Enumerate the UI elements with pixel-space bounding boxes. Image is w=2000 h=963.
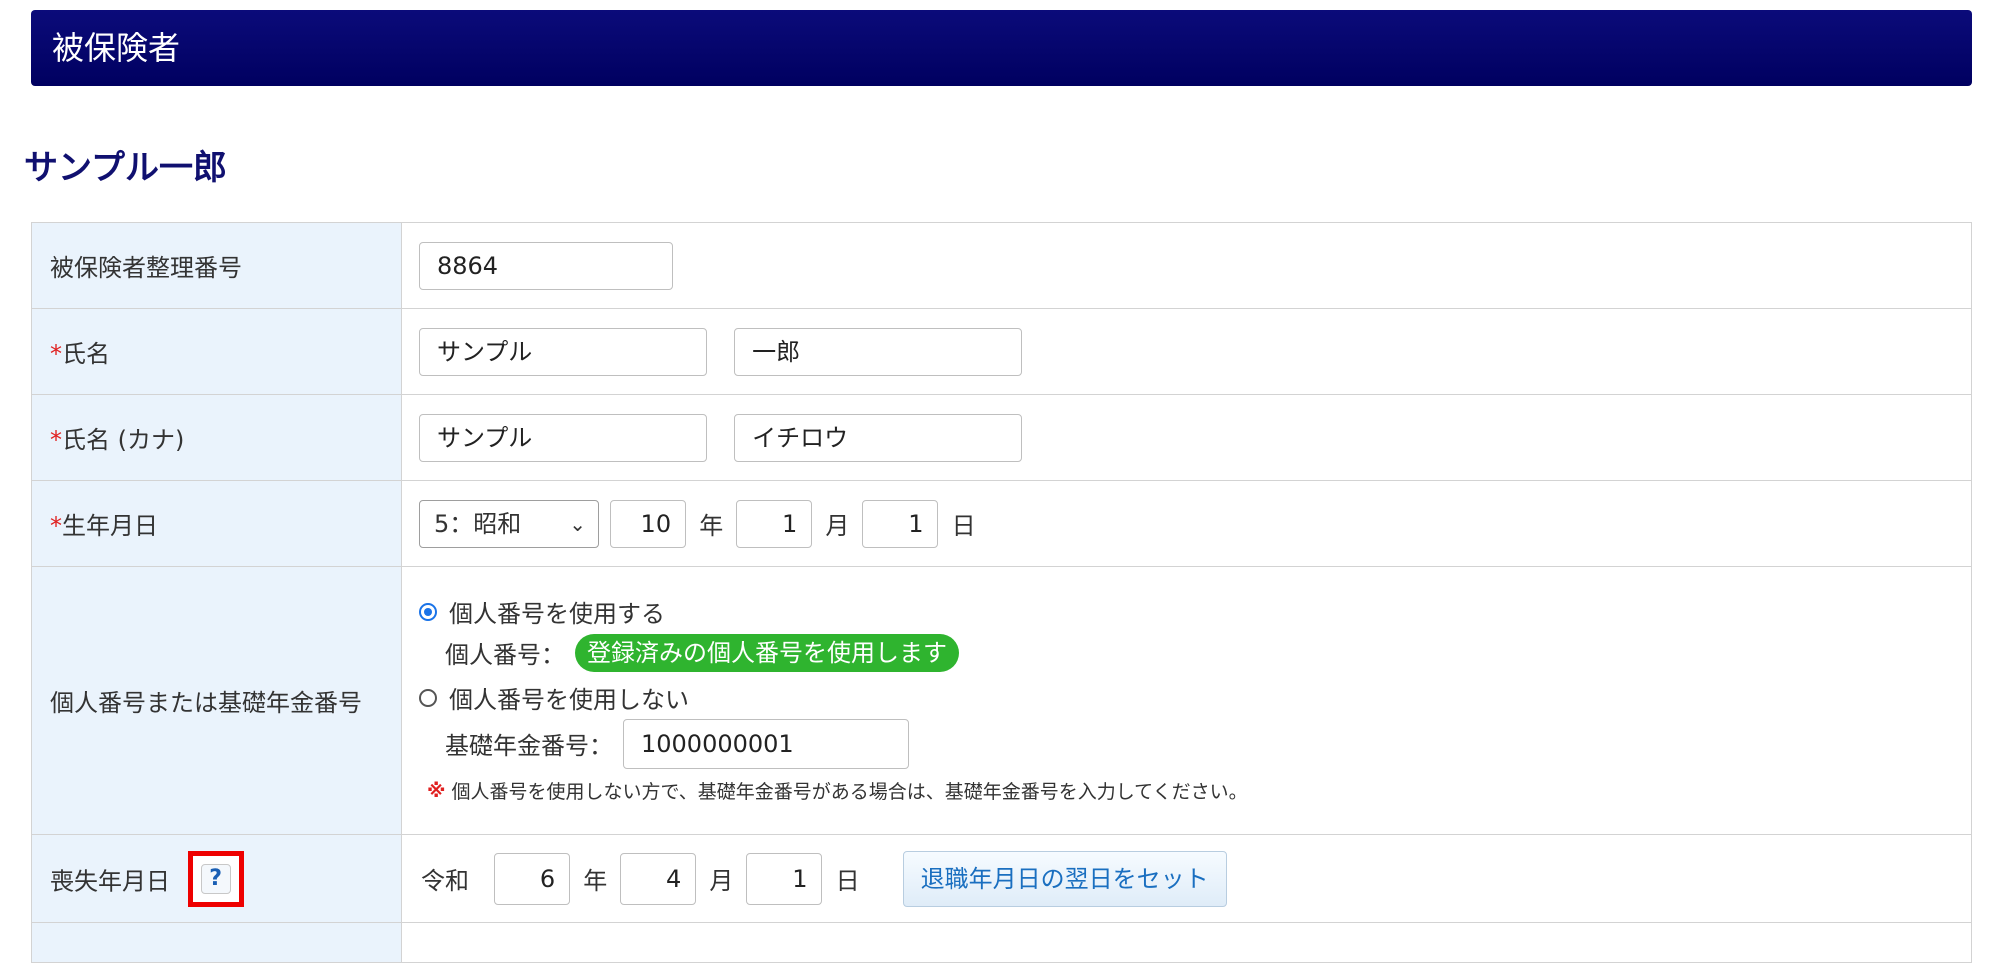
radio-label: 個人番号を使用する (449, 600, 665, 628)
year-unit: 年 (699, 512, 724, 540)
value-cell: 令和 6 年 4 月 1 日 退職年月日の翌日をセット (401, 834, 1972, 923)
radio-use-mynumber[interactable]: 個人番号を使用する (419, 594, 1970, 630)
day-unit: 日 (835, 867, 860, 895)
value-cell: サンプル イチロウ (401, 394, 1972, 481)
insured-form: 被保険者整理番号 8864 *氏名 サンプル 一郎 *氏名 (カナ) サンプル … (31, 222, 1972, 963)
pension-note: ※ 個人番号を使用しない方で、基礎年金番号がある場合は、基礎年金番号を入力してく… (419, 772, 1970, 810)
required-mark: * (50, 426, 62, 454)
era-label: 令和 (421, 867, 469, 895)
required-mark: * (50, 340, 62, 368)
label-kana: *氏名 (カナ) (31, 394, 402, 481)
loss-year-input[interactable]: 6 (494, 852, 571, 905)
row-name: *氏名 サンプル 一郎 (31, 308, 1972, 395)
radio-no-mynumber[interactable]: 個人番号を使用しない (419, 680, 1970, 716)
label-name: *氏名 (31, 308, 402, 395)
loss-month-input[interactable]: 4 (620, 852, 697, 905)
mynumber-label: 個人番号： (445, 641, 565, 669)
page-title: サンプル一郎 (24, 148, 227, 188)
section-header: 被保険者 (31, 10, 1972, 86)
radio-button-checked[interactable] (419, 602, 437, 621)
row-insured-number: 被保険者整理番号 8864 (31, 222, 1972, 309)
label-text: 氏名 (62, 340, 110, 368)
birth-month-input[interactable]: 1 (736, 499, 813, 548)
note-mark: ※ (427, 779, 446, 802)
note-text: 個人番号を使用しない方で、基礎年金番号がある場合は、基礎年金番号を入力してくださ… (451, 781, 1248, 803)
insured-number-input[interactable]: 8864 (419, 241, 673, 290)
radio-button-unchecked[interactable] (419, 688, 437, 707)
chevron-down-icon: ⌄ (569, 511, 586, 536)
value-cell: 個人番号を使用する 個人番号： 登録済みの個人番号を使用します 個人番号を使用し… (401, 566, 1972, 835)
value-cell: 8864 (401, 222, 1972, 309)
set-day-after-retirement-button[interactable]: 退職年月日の翌日をセット (902, 850, 1227, 907)
year-unit: 年 (583, 867, 608, 895)
row-loss-date: 喪失年月日 ? 令和 6 年 4 月 1 日 退職年月日の翌日をセット (31, 834, 1972, 923)
birth-year-input[interactable]: 10 (610, 499, 687, 548)
first-name-kana-input[interactable]: イチロウ (734, 413, 1023, 462)
section-title: 被保険者 (52, 29, 181, 67)
mynumber-status-badge: 登録済みの個人番号を使用します (575, 633, 959, 672)
value-cell: 5：昭和 ⌄ 10 年 1 月 1 日 (401, 480, 1972, 567)
label-text: 生年月日 (62, 512, 158, 540)
label-next (31, 922, 402, 963)
label-insured-number: 被保険者整理番号 (31, 222, 402, 309)
help-icon[interactable]: ? (200, 863, 231, 894)
label-text: 個人番号または基礎年金番号 (50, 689, 362, 717)
era-select[interactable]: 5：昭和 ⌄ (419, 499, 599, 548)
mynumber-line: 個人番号： 登録済みの個人番号を使用します (419, 630, 1970, 676)
value-cell (401, 922, 1972, 963)
label-loss-date: 喪失年月日 ? (31, 834, 402, 923)
value-cell: サンプル 一郎 (401, 308, 1972, 395)
label-mynumber: 個人番号または基礎年金番号 (31, 566, 402, 835)
label-birthdate: *生年月日 (31, 480, 402, 567)
row-next-partial (31, 922, 1972, 963)
last-name-input[interactable]: サンプル (419, 327, 707, 376)
pension-number-label: 基礎年金番号： (445, 732, 613, 760)
era-select-value: 5：昭和 (434, 509, 522, 538)
month-unit: 月 (825, 512, 850, 540)
row-mynumber: 個人番号または基礎年金番号 個人番号を使用する 個人番号： 登録済みの個人番号を… (31, 566, 1972, 835)
label-text: 氏名 (カナ) (62, 426, 185, 454)
help-icon-highlight[interactable]: ? (187, 850, 244, 907)
last-name-kana-input[interactable]: サンプル (419, 413, 707, 462)
day-unit: 日 (951, 512, 976, 540)
row-kana: *氏名 (カナ) サンプル イチロウ (31, 394, 1972, 481)
label-text: 喪失年月日 (50, 867, 170, 895)
pension-number-input[interactable]: 1000000001 (623, 718, 909, 769)
month-unit: 月 (709, 867, 734, 895)
birth-day-input[interactable]: 1 (862, 499, 939, 548)
label-text: 被保険者整理番号 (50, 254, 242, 282)
radio-label: 個人番号を使用しない (449, 686, 689, 714)
required-mark: * (50, 512, 62, 540)
first-name-input[interactable]: 一郎 (734, 327, 1023, 376)
row-birthdate: *生年月日 5：昭和 ⌄ 10 年 1 月 1 日 (31, 480, 1972, 567)
loss-day-input[interactable]: 1 (746, 852, 823, 905)
pension-line: 基礎年金番号： 1000000001 (419, 716, 1970, 772)
